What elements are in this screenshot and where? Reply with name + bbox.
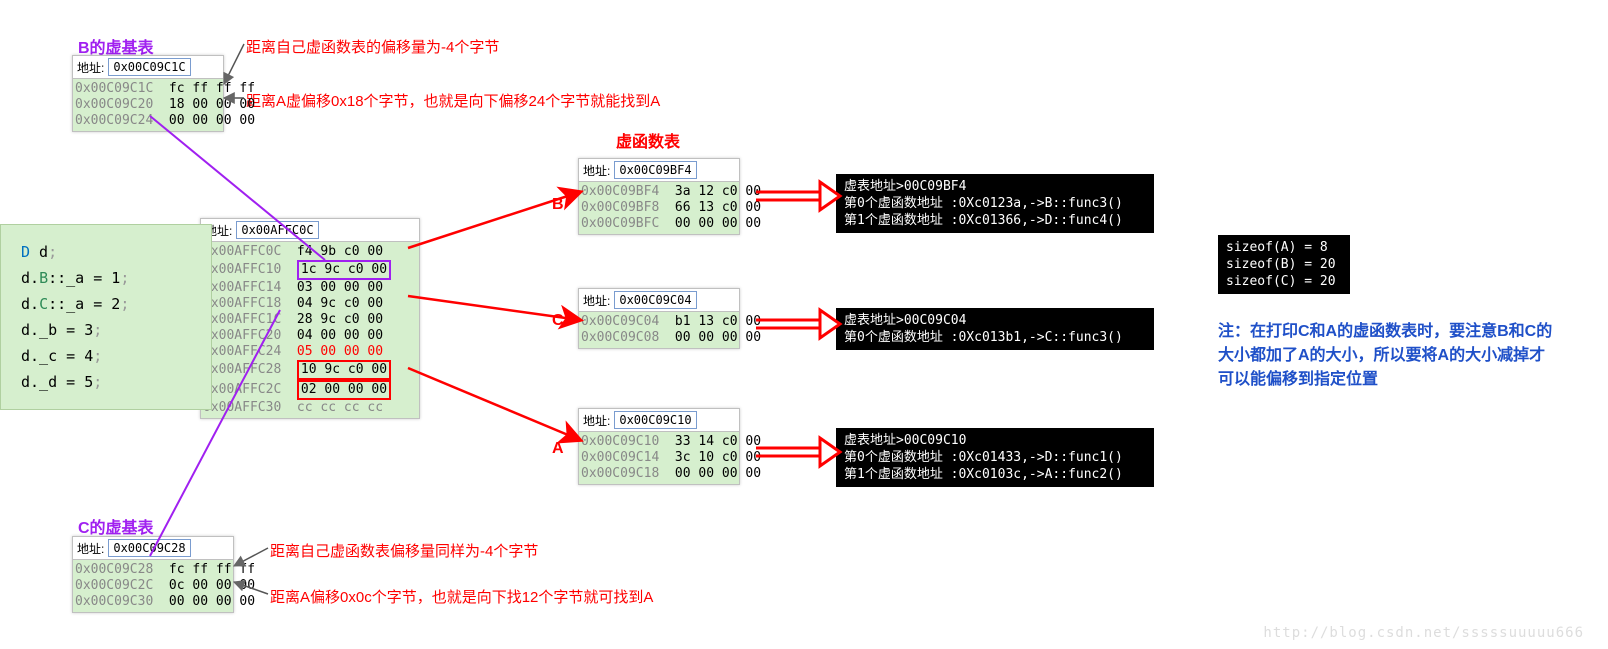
memview-c-vbtable: 地址:0x00C09C28 0x00C09C28 fc ff ff ff0x00… <box>72 536 234 613</box>
memview-stack: 地址:0x00AFFC0C 0x00AFFC0C f4 9b c0 000x00… <box>200 218 420 419</box>
addr-label: 地址: <box>77 59 104 76</box>
letter-a: A <box>552 440 564 458</box>
hex-row: 0x00AFFC0C f4 9b c0 00 <box>203 244 417 260</box>
hex-row: 0x00AFFC14 03 00 00 00 <box>203 280 417 296</box>
addr-value[interactable]: 0x00C09C04 <box>614 291 696 309</box>
hex-row: 0x00AFFC28 10 9c c0 00 <box>203 360 417 380</box>
addr-value[interactable]: 0x00C09C28 <box>108 539 190 557</box>
addr-label: 地址: <box>583 292 610 309</box>
hex-rows: 0x00C09BF4 3a 12 c0 000x00C09BF8 66 13 c… <box>579 182 739 234</box>
addr-value[interactable]: 0x00AFFC0C <box>236 221 318 239</box>
addr-label: 地址: <box>583 412 610 429</box>
hex-row: 0x00AFFC2C 02 00 00 00 <box>203 380 417 400</box>
letter-b: B <box>552 196 564 214</box>
note-c-self-offset: 距离自己虚函数表偏移量同样为-4个字节 <box>270 540 538 561</box>
addr-label: 地址: <box>77 540 104 557</box>
hex-row: 0x00C09C28 fc ff ff ff <box>75 562 231 578</box>
heading-vftable: 虚函数表 <box>616 128 680 152</box>
hex-row: 0x00C09BF4 3a 12 c0 00 <box>581 184 737 200</box>
hex-row: 0x00C09C04 b1 13 c0 00 <box>581 314 737 330</box>
hex-row: 0x00AFFC10 1c 9c c0 00 <box>203 260 417 280</box>
note-print: 注：在打印C和A的虚函数表时，要注意B和C的大小都加了A的大小，所以要将A的大小… <box>1218 320 1558 392</box>
letter-c: C <box>552 312 564 330</box>
memview-vft-c: 地址:0x00C09C04 0x00C09C04 b1 13 c0 000x00… <box>578 288 740 349</box>
hex-rows: 0x00C09C28 fc ff ff ff0x00C09C2C 0c 00 0… <box>73 560 233 612</box>
hex-rows: 0x00C09C10 33 14 c0 000x00C09C14 3c 10 c… <box>579 432 739 484</box>
hex-row: 0x00C09C1C fc ff ff ff <box>75 81 221 97</box>
hex-row: 0x00AFFC30 cc cc cc cc <box>203 400 417 416</box>
terminal-sizeof: sizeof(A) = 8 sizeof(B) = 20 sizeof(C) =… <box>1218 235 1350 294</box>
terminal-c: 虚表地址>00C09C04 第0个虚函数地址 :0Xc013b1,->C::fu… <box>836 308 1154 350</box>
hex-row: 0x00C09C08 00 00 00 00 <box>581 330 737 346</box>
hex-row: 0x00AFFC24 05 00 00 00 <box>203 344 417 360</box>
hex-row: 0x00C09C2C 0c 00 00 00 <box>75 578 231 594</box>
terminal-a: 虚表地址>00C09C10 第0个虚函数地址 :0Xc01433,->D::fu… <box>836 428 1154 487</box>
code-block: D d; d.B::_a = 1; d.C::_a = 2; d._b = 3;… <box>0 224 212 410</box>
memview-vft-a: 地址:0x00C09C10 0x00C09C10 33 14 c0 000x00… <box>578 408 740 485</box>
hex-row: 0x00C09C20 18 00 00 00 <box>75 97 221 113</box>
memview-vft-b: 地址:0x00C09BF4 0x00C09BF4 3a 12 c0 000x00… <box>578 158 740 235</box>
addr-label: 地址: <box>583 162 610 179</box>
note-b-self-offset: 距离自己虚函数表的偏移量为-4个字节 <box>246 36 499 57</box>
hex-row: 0x00C09BFC 00 00 00 00 <box>581 216 737 232</box>
heading-c-vbtable: C的虚基表 <box>78 514 154 538</box>
note-c-a-offset: 距离A偏移0x0c个字节，也就是向下找12个字节就可找到A <box>270 586 653 607</box>
watermark: http://blog.csdn.net/sssssuuuuu666 <box>1263 625 1584 641</box>
hex-rows: 0x00C09C04 b1 13 c0 000x00C09C08 00 00 0… <box>579 312 739 348</box>
hex-rows: 0x00AFFC0C f4 9b c0 000x00AFFC10 1c 9c c… <box>201 242 419 418</box>
hex-row: 0x00AFFC1C 28 9c c0 00 <box>203 312 417 328</box>
addr-value[interactable]: 0x00C09BF4 <box>614 161 696 179</box>
addr-value[interactable]: 0x00C09C1C <box>108 58 190 76</box>
terminal-b: 虚表地址>00C09BF4 第0个虚函数地址 :0Xc0123a,->B::fu… <box>836 174 1154 233</box>
hex-row: 0x00AFFC18 04 9c c0 00 <box>203 296 417 312</box>
addr-value[interactable]: 0x00C09C10 <box>614 411 696 429</box>
memview-b-vbtable: 地址:0x00C09C1C 0x00C09C1C fc ff ff ff0x00… <box>72 55 224 132</box>
hex-row: 0x00C09C18 00 00 00 00 <box>581 466 737 482</box>
hex-row: 0x00C09C10 33 14 c0 00 <box>581 434 737 450</box>
hex-row: 0x00AFFC20 04 00 00 00 <box>203 328 417 344</box>
hex-row: 0x00C09BF8 66 13 c0 00 <box>581 200 737 216</box>
hex-row: 0x00C09C30 00 00 00 00 <box>75 594 231 610</box>
note-b-a-offset: 距离A虚偏移0x18个字节，也就是向下偏移24个字节就能找到A <box>246 90 660 111</box>
hex-row: 0x00C09C14 3c 10 c0 00 <box>581 450 737 466</box>
hex-rows: 0x00C09C1C fc ff ff ff0x00C09C20 18 00 0… <box>73 79 223 131</box>
hex-row: 0x00C09C24 00 00 00 00 <box>75 113 221 129</box>
